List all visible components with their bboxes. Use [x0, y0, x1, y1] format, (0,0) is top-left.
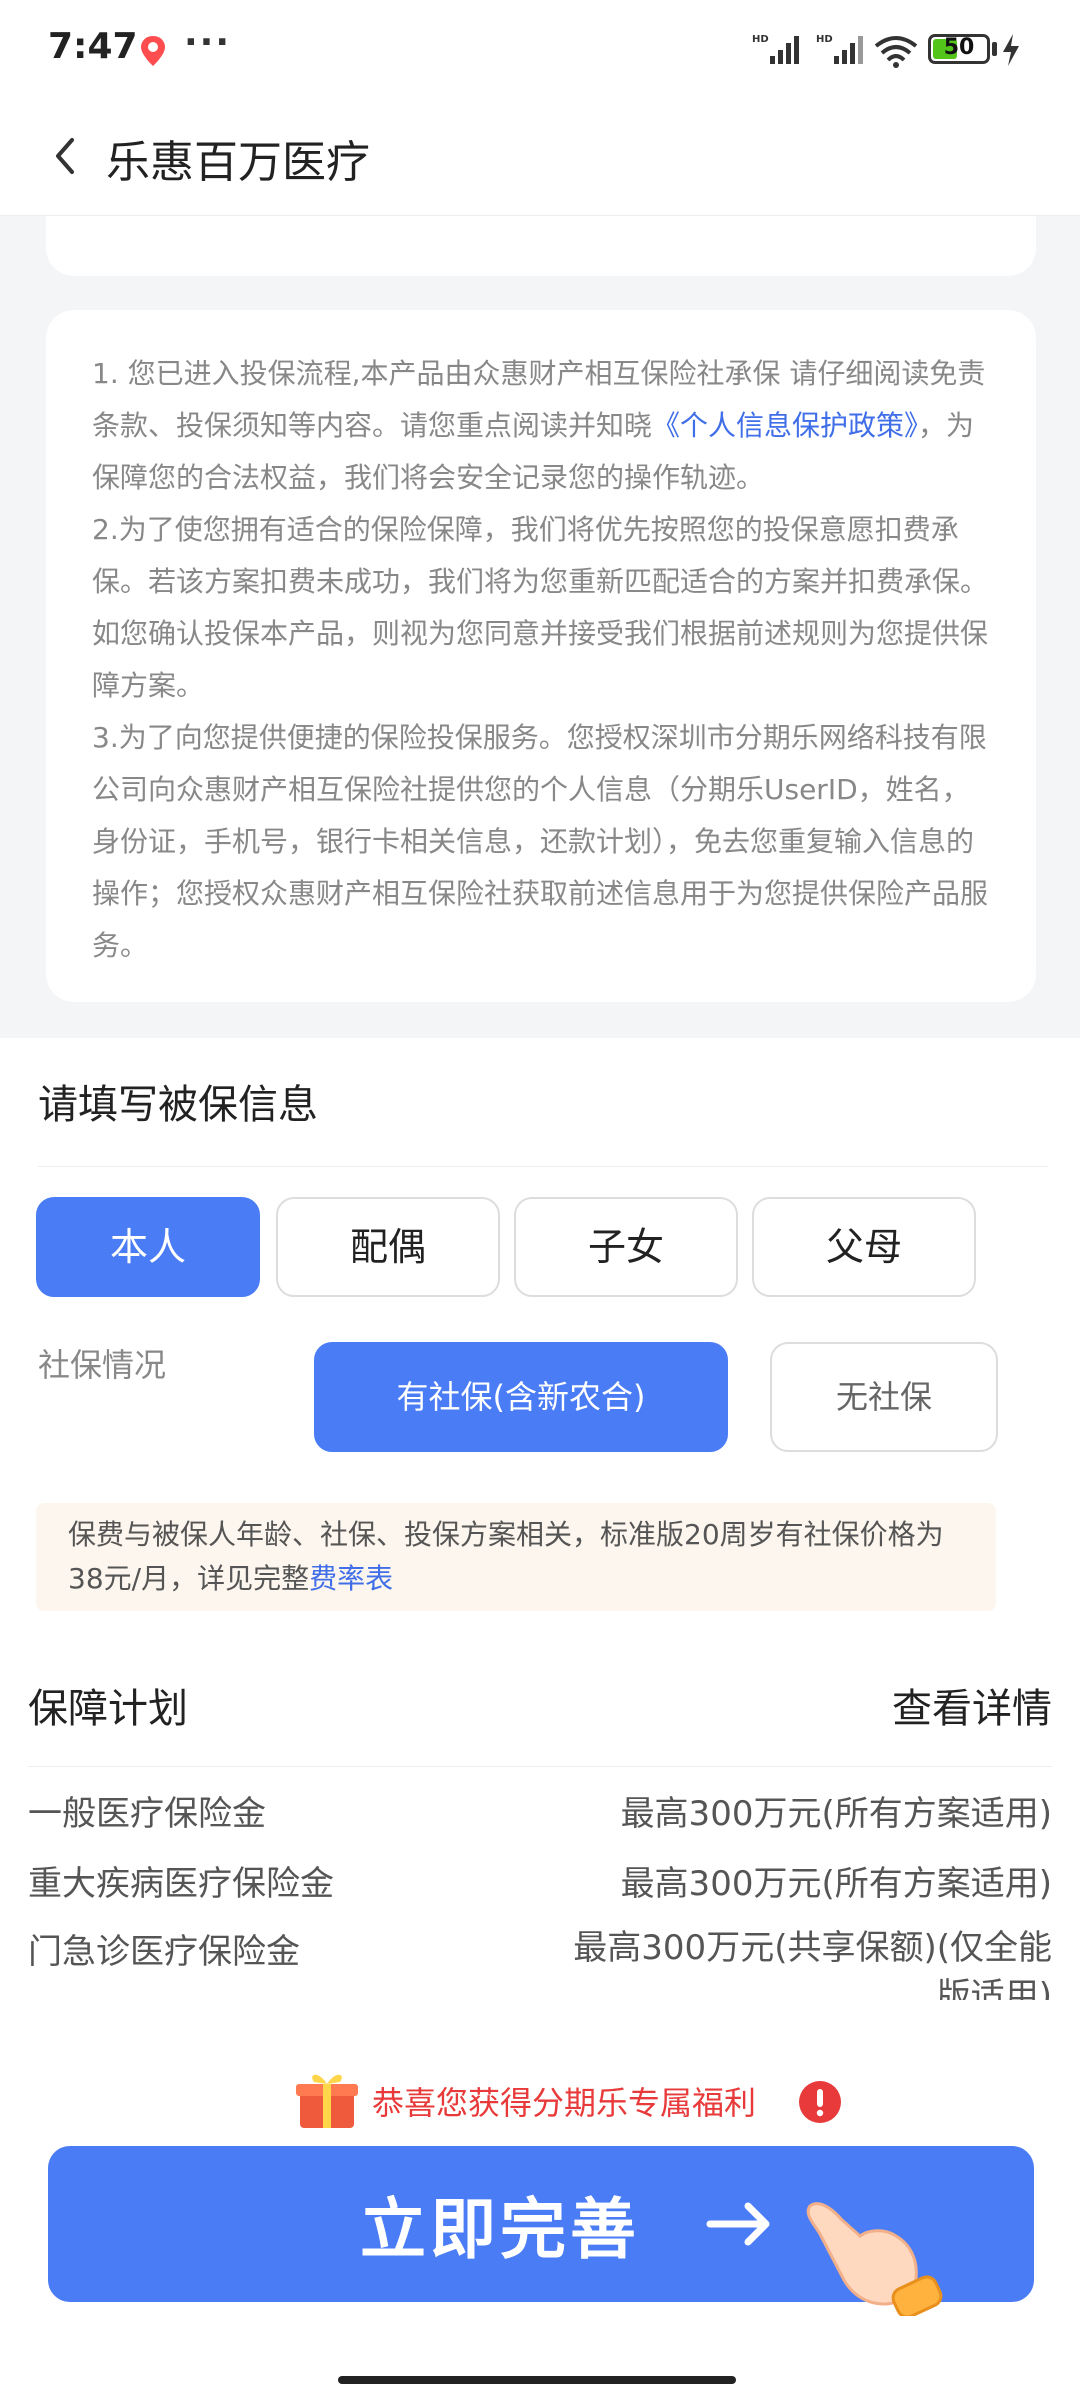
more-dots-icon: ··· — [184, 22, 232, 63]
promo-text: 恭喜您获得分期乐专属福利 — [372, 2084, 757, 2122]
privacy-policy-link[interactable]: 《个人信息保护政策》 — [652, 409, 918, 442]
wifi-icon — [874, 36, 918, 68]
svg-text:HD: HD — [752, 34, 769, 45]
plan-item-value: 最高300万元(共享保额)(仅全能版适用) — [573, 1928, 1052, 2000]
divider — [28, 1766, 1052, 1767]
rate-table-link[interactable]: 费率表 — [309, 1562, 393, 1595]
plan-item-value: 最高300万元(所有方案适用) — [620, 1864, 1052, 1904]
plan-section-title: 保障计划 — [28, 1686, 188, 1732]
social-insurance-label: 社保情况 — [38, 1346, 167, 1384]
plan-item-name: 重大疾病医疗保险金 — [28, 1864, 334, 1904]
form-title: 请填写被保信息 — [38, 1082, 318, 1128]
plan-item-name: 门急诊医疗保险金 — [28, 1932, 300, 1972]
relation-children-button[interactable]: 子女 — [514, 1197, 738, 1297]
notice-paragraph-1: 1. 您已进入投保流程,本产品由众惠财产相互保险社承保 请仔细阅读免责条款、投保… — [92, 348, 990, 504]
chevron-left-icon[interactable] — [48, 130, 84, 182]
card-top-remnant — [46, 216, 1036, 276]
page-title: 乐惠百万医疗 — [106, 137, 370, 188]
has-social-insurance-button[interactable]: 有社保(含新农合) — [314, 1342, 728, 1452]
plan-item-value: 最高300万元(所有方案适用) — [620, 1794, 1052, 1834]
status-time: 7:47 — [48, 26, 138, 67]
notice-paragraph-2: 2.为了使您拥有适合的保险保障，我们将优先按照您的投保意愿扣费承保。若该方案扣费… — [92, 513, 989, 702]
notice-card: 1. 您已进入投保流程,本产品由众惠财产相互保险社承保 请仔细阅读免责条款、投保… — [46, 310, 1036, 1002]
cta-label: 立即完善 — [360, 2191, 640, 2268]
relation-parents-button[interactable]: 父母 — [752, 1197, 976, 1297]
gift-icon — [296, 2074, 358, 2128]
notice-area: 1. 您已进入投保流程,本产品由众惠财产相互保险社承保 请仔细阅读免责条款、投保… — [0, 216, 1080, 1038]
plan-row: 重大疾病医疗保险金 最高300万元(所有方案适用) — [28, 1856, 1052, 1916]
home-indicator[interactable] — [338, 2376, 736, 2384]
battery-level: 50 — [943, 35, 975, 60]
plan-item-name: 一般医疗保险金 — [28, 1794, 266, 1834]
plan-row: 一般医疗保险金 最高300万元(所有方案适用) — [28, 1786, 1052, 1846]
no-social-insurance-button[interactable]: 无社保 — [770, 1342, 998, 1452]
battery-icon: 50 — [928, 34, 990, 64]
relation-spouse-button[interactable]: 配偶 — [276, 1197, 500, 1297]
map-pin-icon — [141, 36, 165, 66]
price-tip: 保费与被保人年龄、社保、投保方案相关，标准版20周岁有社保价格为38元/月，详见… — [36, 1503, 996, 1611]
hd-signal-icon: HD — [752, 34, 799, 64]
plan-row: 门急诊医疗保险金 最高300万元(共享保额)(仅全能版适用) — [28, 1924, 1052, 2000]
svg-text:HD: HD — [816, 34, 833, 45]
view-details-link[interactable]: 查看详情 — [892, 1676, 1052, 1734]
arrow-right-icon — [706, 2202, 770, 2246]
battery-tip — [992, 42, 997, 56]
promo-banner: 恭喜您获得分期乐专属福利 — [0, 2064, 1080, 2134]
divider — [38, 1166, 1048, 1167]
price-tip-text: 保费与被保人年龄、社保、投保方案相关，标准版20周岁有社保价格为38元/月，详见… — [68, 1518, 944, 1595]
nav-bar: 乐惠百万医疗 — [0, 100, 1080, 216]
exclamation-icon — [799, 2081, 841, 2123]
notice-paragraph-3: 3.为了向您提供便捷的保险投保服务。您授权深圳市分期乐网络科技有限公司向众惠财产… — [92, 721, 989, 962]
status-bar: 7:47 ··· HD HD 50 — [0, 0, 1080, 100]
hd-signal-icon: HD — [816, 34, 863, 64]
charging-bolt-icon — [1003, 34, 1019, 66]
pointing-hand-icon — [806, 2202, 943, 2316]
relation-self-button[interactable]: 本人 — [36, 1197, 260, 1297]
